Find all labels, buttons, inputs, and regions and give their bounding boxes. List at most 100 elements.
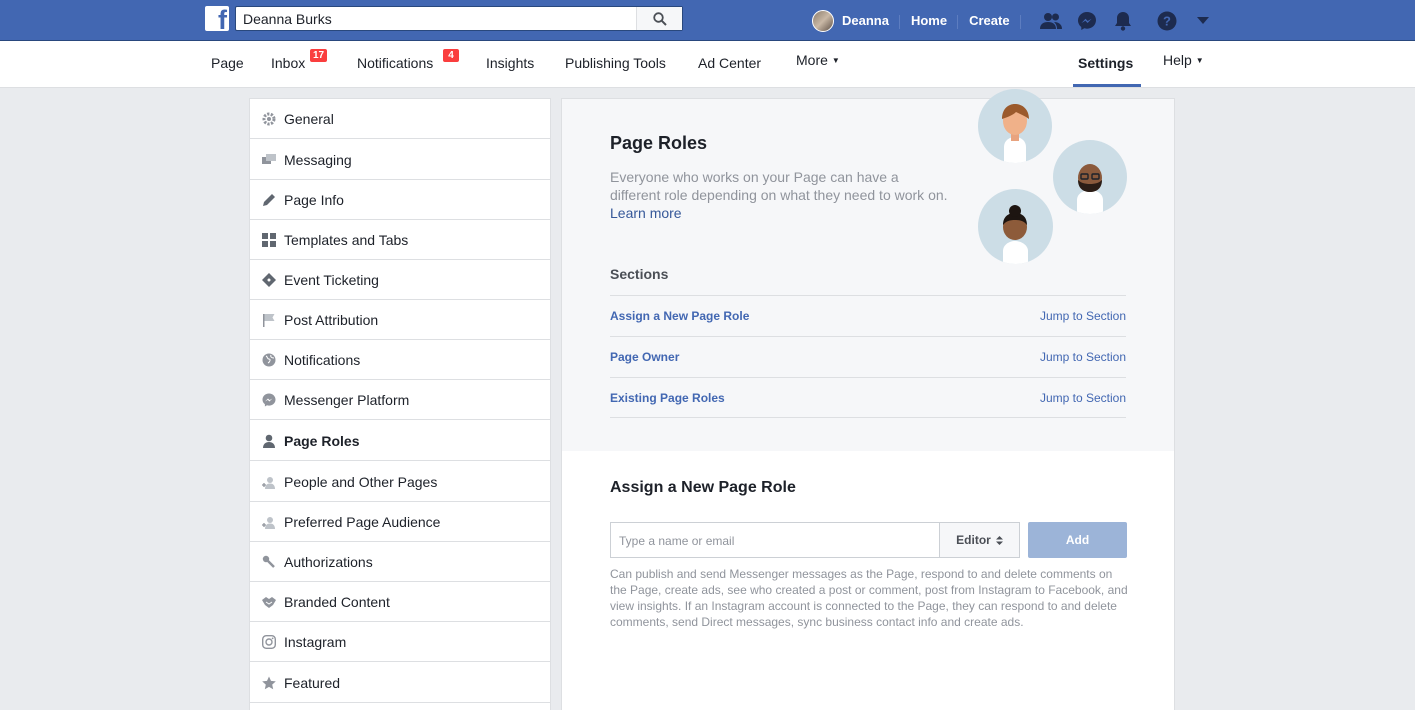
instagram-icon	[262, 634, 276, 649]
sidebar-item-label: Preferred Page Audience	[284, 513, 441, 530]
sidebar-item-post-attribution[interactable]: Post Attribution	[250, 300, 550, 340]
person-icon	[262, 434, 276, 448]
tab-notifications-label: Notifications	[357, 55, 434, 71]
ticket-icon	[262, 272, 276, 287]
add-person-icon	[262, 515, 276, 529]
description-text: Everyone who works on your Page can have…	[610, 169, 948, 203]
top-nav-links: Deanna Home Create	[812, 0, 1022, 41]
role-select-value: Editor	[956, 533, 991, 547]
sidebar-item-label: Instagram	[284, 633, 347, 650]
sections-heading: Sections	[610, 266, 669, 282]
gear-icon	[262, 112, 276, 126]
tab-page[interactable]: Page	[211, 55, 244, 71]
sidebar-item-page-info[interactable]: Page Info	[250, 180, 550, 220]
sidebar-item-page-roles[interactable]: Page Roles	[250, 421, 550, 461]
tab-help-label: Help	[1163, 52, 1192, 68]
wrench-icon	[262, 555, 276, 569]
facebook-logo-icon[interactable]: f	[205, 6, 229, 31]
star-icon	[262, 676, 276, 690]
person-illustration-icon	[1053, 140, 1127, 214]
sidebar-item-event-ticketing[interactable]: Event Ticketing	[250, 260, 550, 300]
notifications-badge: 4	[443, 49, 459, 62]
help-caret-icon: ▼	[1195, 56, 1204, 65]
friends-icon[interactable]	[1033, 0, 1069, 41]
section-link-assign-new-page-role[interactable]: Assign a New Page Role	[610, 309, 749, 323]
page-title: Page Roles	[610, 133, 708, 153]
tab-notifications[interactable]: Notifications 4	[357, 49, 459, 71]
messaging-icon	[262, 153, 276, 167]
jump-to-section-link[interactable]: Jump to Section	[1040, 309, 1126, 323]
help-icon[interactable]: ?	[1149, 0, 1185, 41]
section-row: Existing Page Roles Jump to Section	[610, 377, 1126, 418]
add-person-icon	[262, 475, 276, 489]
create-link[interactable]: Create	[958, 13, 1022, 29]
tab-more-label: More	[796, 52, 828, 68]
sidebar-item-general[interactable]: General	[250, 99, 550, 139]
sidebar-item-label: Featured	[284, 674, 341, 691]
home-link[interactable]: Home	[900, 13, 959, 29]
sidebar-item-instagram[interactable]: Instagram	[250, 622, 550, 662]
tab-ad-center[interactable]: Ad Center	[698, 55, 761, 71]
role-description: Can publish and send Messenger messages …	[610, 567, 1128, 629]
tab-settings[interactable]: Settings	[1078, 55, 1133, 71]
tab-more[interactable]: More ▼	[796, 52, 840, 68]
add-button[interactable]: Add	[1028, 522, 1127, 558]
sidebar-item-label: General	[284, 110, 334, 127]
role-select[interactable]: Editor	[939, 522, 1020, 558]
search-button[interactable]	[636, 7, 682, 30]
sidebar-item-label: Event Ticketing	[284, 271, 379, 288]
page-roles-panel: Page Roles Everyone who works on your Pa…	[561, 89, 1175, 710]
pencil-icon	[262, 193, 276, 207]
jump-to-section-link[interactable]: Jump to Section	[1040, 350, 1126, 364]
sidebar-item-notifications[interactable]: Notifications	[250, 340, 550, 380]
profile-link[interactable]: Deanna	[834, 13, 900, 29]
sidebar-item-featured[interactable]: Featured	[250, 663, 550, 703]
flag-icon	[262, 313, 276, 327]
section-link-existing-page-roles[interactable]: Existing Page Roles	[610, 391, 725, 405]
more-caret-icon: ▼	[831, 56, 840, 65]
sidebar-item-label: Page Info	[284, 191, 344, 208]
page-roles-description: Everyone who works on your Page can have…	[610, 168, 950, 222]
person-illustration-icon	[978, 89, 1052, 163]
search-box[interactable]: Deanna Burks	[235, 6, 683, 31]
section-link-page-owner[interactable]: Page Owner	[610, 350, 679, 364]
top-icons: ?	[1033, 0, 1221, 41]
active-tab-indicator	[1073, 84, 1141, 87]
handshake-icon	[262, 595, 276, 609]
page-nav: Page Inbox 17 Notifications 4 Insights P…	[0, 41, 1415, 88]
sidebar-item-templates-and-tabs[interactable]: Templates and Tabs	[250, 220, 550, 260]
tab-insights[interactable]: Insights	[486, 55, 534, 71]
tab-inbox-label: Inbox	[271, 55, 306, 71]
sidebar-item-people-and-other-pages[interactable]: People and Other Pages	[250, 462, 550, 502]
jump-to-section-link[interactable]: Jump to Section	[1040, 391, 1126, 405]
inbox-badge: 17	[310, 49, 328, 62]
sidebar-item-branded-content[interactable]: Branded Content	[250, 582, 550, 622]
sidebar-item-preferred-page-audience[interactable]: Preferred Page Audience	[250, 502, 550, 542]
search-icon	[652, 11, 667, 26]
svg-text:?: ?	[1163, 13, 1171, 28]
sidebar-item-label: Branded Content	[284, 593, 390, 610]
sidebar-item-label: Post Attribution	[284, 311, 379, 328]
learn-more-link[interactable]: Learn more	[610, 205, 682, 221]
section-row: Assign a New Page Role Jump to Section	[610, 295, 1126, 336]
account-menu-icon[interactable]	[1185, 0, 1221, 41]
sidebar-item-authorizations[interactable]: Authorizations	[250, 542, 550, 582]
name-or-email-input[interactable]: Type a name or email	[610, 522, 940, 558]
settings-sidebar: General Messaging Page Info Templates an…	[249, 98, 551, 710]
messenger-icon[interactable]	[1069, 0, 1105, 41]
sidebar-item-messaging[interactable]: Messaging	[250, 140, 550, 180]
search-input[interactable]: Deanna Burks	[243, 11, 332, 27]
name-input-placeholder: Type a name or email	[619, 534, 735, 548]
sidebar-item-label: Templates and Tabs	[284, 231, 409, 248]
tab-inbox[interactable]: Inbox 17	[271, 49, 328, 71]
sidebar-item-messenger-platform[interactable]: Messenger Platform	[250, 380, 550, 420]
globe-icon	[262, 353, 276, 367]
tab-help[interactable]: Help ▼	[1163, 52, 1204, 68]
notifications-bell-icon[interactable]	[1105, 0, 1141, 41]
avatar[interactable]	[812, 9, 834, 32]
sidebar-item-label: Messenger Platform	[284, 391, 410, 408]
sidebar-item-label: People and Other Pages	[284, 473, 438, 490]
grid-icon	[262, 232, 276, 247]
tab-publishing-tools[interactable]: Publishing Tools	[565, 55, 666, 71]
person-illustration-icon	[978, 189, 1053, 264]
